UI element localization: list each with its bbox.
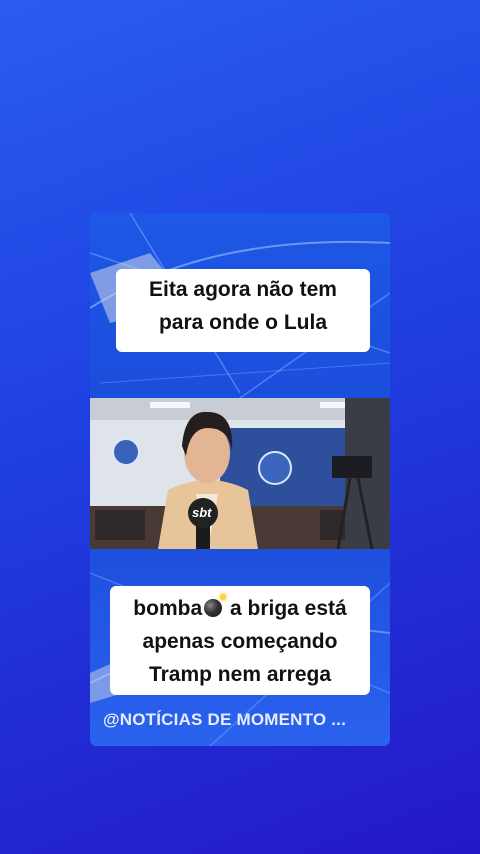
caption-bottom-line1-before: bomba — [133, 597, 203, 620]
caption-bottom-line2: apenas começando — [142, 630, 338, 653]
caption-top-line1: Eita agora não tem — [149, 278, 337, 301]
caption-bottom-line1: bomba a briga está — [120, 592, 360, 625]
bomb-icon — [204, 594, 227, 617]
microphone-logo: sbt — [192, 505, 212, 520]
channel-watermark: @NOTÍCIAS DE MOMENTO ... — [103, 710, 347, 729]
caption-bottom-line1-after: a briga está — [224, 597, 347, 620]
caption-top: Eita agora não tem para onde o Lula — [116, 269, 370, 352]
video-scene — [90, 398, 390, 549]
caption-top-line2: para onde o Lula — [158, 311, 328, 334]
video-frame[interactable]: sbt — [90, 398, 390, 549]
caption-bottom-line3: Tramp nem arrega — [148, 663, 332, 686]
caption-bottom: bomba a briga está apenas começando Tram… — [110, 586, 370, 695]
